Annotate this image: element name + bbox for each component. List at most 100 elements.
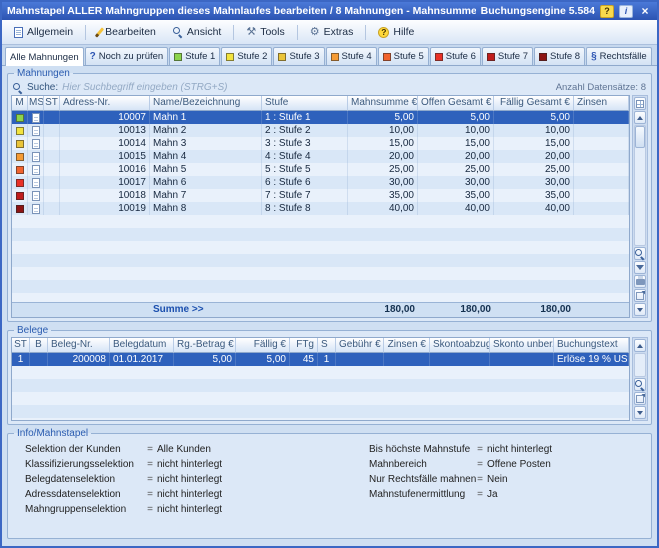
tab-stufe-5[interactable]: Stufe 5: [378, 47, 429, 65]
beleg-row[interactable]: 1 200008 01.01.2017 5,00 5,00 45 1: [12, 353, 629, 366]
tools-button[interactable]: ⚒ Tools: [238, 23, 292, 41]
filter-button[interactable]: [634, 261, 646, 274]
col-st[interactable]: ST: [12, 338, 30, 353]
name-cell: Mahn 1: [150, 111, 262, 124]
col-skontoabzug[interactable]: Skontoabzug €: [430, 338, 490, 353]
belegdatum-cell: 01.01.2017: [110, 353, 174, 366]
col-st[interactable]: ST: [44, 96, 60, 111]
magnifier-icon: [635, 249, 645, 259]
zoom-button[interactable]: [634, 247, 646, 260]
col-skonto-unber[interactable]: Skonto unber. €: [490, 338, 554, 353]
col-b[interactable]: B: [30, 338, 48, 353]
col-buchungstext[interactable]: Buchungstext: [554, 338, 629, 353]
tab-stufe-7[interactable]: Stufe 7: [482, 47, 533, 65]
export-button[interactable]: [634, 289, 646, 302]
title-bar[interactable]: Mahnstapel ALLER Mahngruppen dieses Mahn…: [2, 2, 657, 20]
export-button[interactable]: [634, 392, 646, 405]
tab-alle-mahnungen[interactable]: Alle Mahnungen: [5, 47, 84, 66]
col-ms[interactable]: MS: [28, 96, 44, 111]
tab-label: Stufe 4: [342, 51, 372, 62]
question-icon: ?: [381, 27, 386, 37]
col-stufe[interactable]: Stufe: [262, 96, 348, 111]
allgemein-button[interactable]: Allgemein: [6, 23, 81, 41]
empty-rows-area: [12, 215, 629, 302]
info-value: Alle Kunden: [157, 444, 355, 455]
scroll-down-button[interactable]: [634, 406, 646, 419]
skontoabzug-cell: [430, 353, 490, 366]
belege-group-label: Belege: [14, 325, 51, 336]
mahnung-row[interactable]: 10019 Mahn 8 8 : Stufe 8 40,00 40,00 40,…: [12, 202, 629, 215]
scrollbar-thumb[interactable]: [635, 126, 645, 148]
col-name[interactable]: Name/Bezeichnung: [150, 96, 262, 111]
ms-cell: [28, 176, 44, 189]
col-ftg[interactable]: FTg: [290, 338, 318, 353]
equals-separator: =: [143, 504, 157, 515]
ansicht-button[interactable]: Ansicht: [165, 23, 229, 41]
col-adress-nr[interactable]: Adress-Nr.: [60, 96, 150, 111]
empty-cell: [574, 303, 629, 317]
column-options-button[interactable]: [634, 97, 646, 110]
empty-rows-area: [12, 366, 629, 420]
col-m[interactable]: M: [12, 96, 28, 111]
print-button[interactable]: [634, 275, 646, 288]
m-cell: [12, 137, 28, 150]
mahnungen-table: M MS ST Adress-Nr. Name/Bezeichnung Stuf…: [11, 95, 630, 318]
mahnung-row[interactable]: 10017 Mahn 6 6 : Stufe 6 30,00 30,00 30,…: [12, 176, 629, 189]
scroll-up-button[interactable]: [634, 339, 646, 352]
tab-noch-zu-pruefen[interactable]: ?Noch zu prüfen: [85, 47, 169, 65]
scroll-up-button[interactable]: [634, 111, 646, 124]
col-gebuehr[interactable]: Gebühr €: [336, 338, 384, 353]
mahnsumme-cell: 5,00: [348, 111, 418, 124]
vertical-scrollbar[interactable]: [634, 125, 646, 246]
tab-stufe-6[interactable]: Stufe 6: [430, 47, 481, 65]
col-offen-gesamt[interactable]: Offen Gesamt €: [418, 96, 494, 111]
stufe-color-icon: [16, 127, 24, 135]
tab-strip: Alle Mahnungen ?Noch zu prüfen Stufe 1 S…: [2, 45, 657, 66]
tab-stufe-2[interactable]: Stufe 2: [221, 47, 272, 65]
tab-stufe-4[interactable]: Stufe 4: [326, 47, 377, 65]
offen-cell: 15,00: [418, 137, 494, 150]
mahnung-row[interactable]: 10014 Mahn 3 3 : Stufe 3 15,00 15,00 15,…: [12, 137, 629, 150]
vertical-scrollbar[interactable]: [634, 353, 646, 377]
close-button[interactable]: ×: [638, 5, 652, 18]
document-icon: [32, 126, 40, 136]
hilfe-button[interactable]: ? Hilfe: [370, 23, 422, 41]
col-belegdatum[interactable]: Belegdatum: [110, 338, 174, 353]
col-mahnsumme[interactable]: Mahnsumme €: [348, 96, 418, 111]
zoom-button[interactable]: [634, 378, 646, 391]
mahnung-row[interactable]: 10013 Mahn 2 2 : Stufe 2 10,00 10,00 10,…: [12, 124, 629, 137]
col-s[interactable]: S: [318, 338, 336, 353]
st-cell: 1: [12, 353, 30, 366]
mahnungen-table-header[interactable]: M MS ST Adress-Nr. Name/Bezeichnung Stuf…: [12, 96, 629, 111]
belege-table-header[interactable]: ST B Beleg-Nr. Belegdatum Rg.-Betrag € F…: [12, 338, 629, 353]
help-titlebar-button[interactable]: ?: [600, 5, 614, 18]
info-value: nicht hinterlegt: [157, 504, 355, 515]
allgemein-label: Allgemein: [27, 26, 73, 38]
col-faellig-gesamt[interactable]: Fällig Gesamt €: [494, 96, 574, 111]
offen-cell: 20,00: [418, 150, 494, 163]
col-zinsen[interactable]: Zinsen €: [384, 338, 430, 353]
ms-cell: [28, 137, 44, 150]
mahnung-row[interactable]: 10015 Mahn 4 4 : Stufe 4 20,00 20,00 20,…: [12, 150, 629, 163]
col-rg-betrag[interactable]: Rg.-Betrag €: [174, 338, 236, 353]
mahnung-row[interactable]: 10018 Mahn 7 7 : Stufe 7 35,00 35,00 35,…: [12, 189, 629, 202]
col-beleg-nr[interactable]: Beleg-Nr.: [48, 338, 110, 353]
col-faellig[interactable]: Fällig €: [236, 338, 290, 353]
bearbeiten-button[interactable]: Bearbeiten: [90, 23, 164, 41]
tab-stufe-1[interactable]: Stufe 1: [169, 47, 220, 65]
col-zinsen[interactable]: Zinsen: [574, 96, 629, 111]
tab-stufe-3[interactable]: Stufe 3: [273, 47, 324, 65]
zinsen-cell: [574, 111, 629, 124]
search-input[interactable]: Hier Suchbegriff eingeben (STRG+S): [62, 82, 227, 93]
stufe-cell: 8 : Stufe 8: [262, 202, 348, 215]
mahnung-row[interactable]: 10007 Mahn 1 1 : Stufe 1 5,00 5,00 5,00: [12, 111, 629, 124]
zinsen-cell: [384, 353, 430, 366]
scroll-down-button[interactable]: [634, 303, 646, 316]
mahnung-row[interactable]: 10016 Mahn 5 5 : Stufe 5 25,00 25,00 25,…: [12, 163, 629, 176]
tab-label: Stufe 7: [498, 51, 528, 62]
tab-stufe-8[interactable]: Stufe 8: [534, 47, 585, 65]
tab-rechtsfaelle[interactable]: §Rechtsfälle: [586, 47, 652, 65]
extras-button[interactable]: ⚙ Extras: [302, 23, 362, 41]
zinsen-cell: [574, 189, 629, 202]
info-titlebar-button[interactable]: i: [619, 5, 633, 18]
